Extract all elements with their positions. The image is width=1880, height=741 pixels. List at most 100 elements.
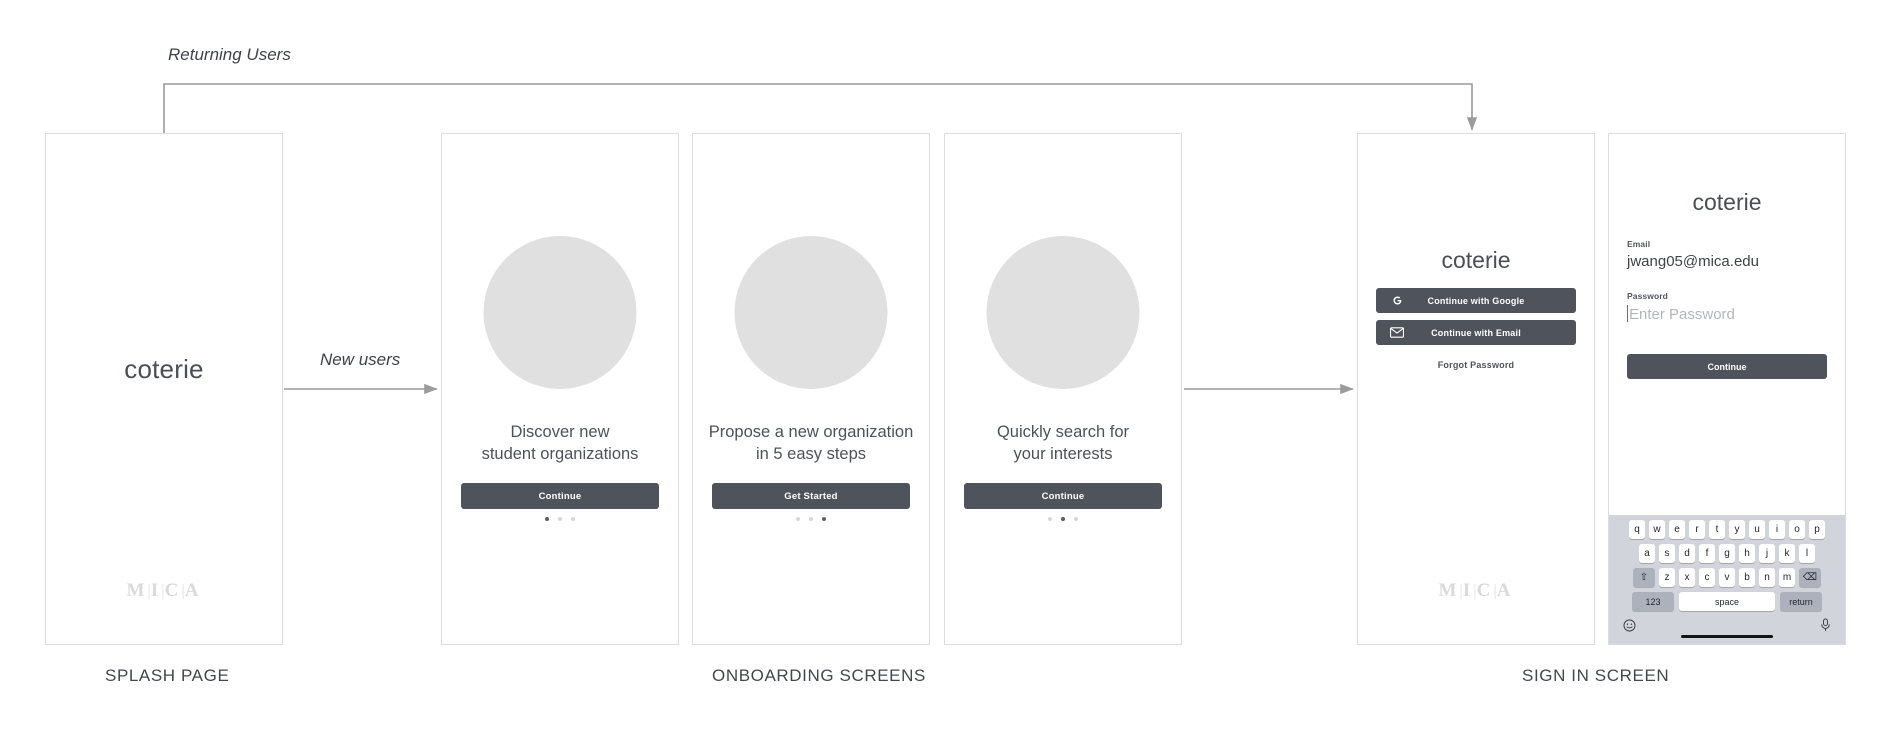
keyboard-footer [1609,616,1845,634]
mica-letter-i: I [150,580,162,601]
key-x[interactable]: x [1679,568,1695,587]
key-w[interactable]: w [1649,520,1665,539]
numbers-key[interactable]: 123 [1632,592,1674,611]
keyboard-row-4: 123 space return [1609,592,1845,611]
google-icon [1390,294,1404,308]
key-m[interactable]: m [1779,568,1795,587]
signin-screen-frame: coterie Continue with Google Continue wi… [1357,133,1595,645]
key-b[interactable]: b [1739,568,1755,587]
mica-letter-a: A [184,580,202,601]
key-f[interactable]: f [1699,544,1715,563]
page-dot-1[interactable] [796,517,800,521]
keyboard-row-2: asdfghjkl [1609,544,1845,563]
key-d[interactable]: d [1679,544,1695,563]
shift-key[interactable]: ⇧ [1633,568,1655,587]
key-i[interactable]: i [1769,520,1785,539]
illustration-placeholder-circle [986,236,1140,389]
key-c[interactable]: c [1699,568,1715,587]
page-dot-2[interactable] [809,517,813,521]
key-u[interactable]: u [1749,520,1765,539]
continue-button[interactable]: Continue [461,483,659,509]
page-dot-2[interactable] [1061,517,1065,521]
key-l[interactable]: l [1799,544,1815,563]
key-y[interactable]: y [1729,520,1745,539]
password-field-label: Password [1627,291,1668,301]
onboarding-screen-1-frame: Discover new student organizations Conti… [441,133,679,645]
key-r[interactable]: r [1689,520,1705,539]
home-indicator [1681,634,1773,638]
key-e[interactable]: e [1669,520,1685,539]
page-dot-3[interactable] [571,517,575,521]
caption-sign-in-screen: SIGN IN SCREEN [1522,666,1670,685]
key-a[interactable]: a [1639,544,1655,563]
get-started-button[interactable]: Get Started [712,483,910,509]
new-users-label: New users [320,350,401,369]
keyboard-row-1: qwertyuiop [1609,520,1845,539]
continue-with-email-label: Continue with Email [1431,327,1521,338]
key-k[interactable]: k [1779,544,1795,563]
page-dot-1[interactable] [545,517,549,521]
returning-users-connector [163,83,1478,133]
onboarding-screen-2-frame: Propose a new organization in 5 easy ste… [692,133,930,645]
email-input[interactable]: jwang05@mica.edu [1627,253,1827,270]
onboarding-headline-line-2: your interests [1013,444,1113,463]
page-dot-3[interactable] [822,517,826,521]
return-key[interactable]: return [1780,592,1822,611]
forgot-password-link[interactable]: Forgot Password [1358,360,1594,370]
mica-letter-c: C [1476,580,1494,601]
password-field-group: Password Enter Password [1627,291,1827,323]
continue-with-google-button[interactable]: Continue with Google [1376,288,1576,313]
splash-wordmark: coterie [124,354,204,384]
page-dot-2[interactable] [558,517,562,521]
email-field-group: Email jwang05@mica.edu [1627,239,1827,270]
space-key[interactable]: space [1679,592,1775,611]
continue-button[interactable]: Continue [1627,354,1827,379]
illustration-placeholder-circle [734,236,888,389]
mica-logo: M|I|C|A [1358,580,1594,602]
email-signin-screen-frame: coterie Email jwang05@mica.edu Password … [1608,133,1846,645]
splash-screen-frame: coterie M|I|C|A [45,133,283,645]
mica-logo: M|I|C|A [46,580,282,602]
mica-letter-a: A [1496,580,1514,601]
continue-button[interactable]: Continue [964,483,1162,509]
backspace-key[interactable]: ⌫ [1799,568,1821,587]
onboarding-headline-line-1: Discover new [510,423,610,441]
caption-onboarding-screens: ONBOARDING SCREENS [712,666,926,685]
page-indicator-dots [442,517,678,521]
onboarding-headline-line-1: Quickly search for [996,423,1130,441]
page-dot-1[interactable] [1048,517,1052,521]
onboarding-headline-line-2: in 5 easy steps [755,444,867,463]
key-q[interactable]: q [1629,520,1645,539]
mica-letter-i: I [1462,580,1474,601]
email-field-label: Email [1627,239,1651,249]
onscreen-keyboard: qwertyuiop asdfghjkl ⇧ zxcvbnm ⌫ 123 spa… [1609,515,1845,644]
onboarding-headline: Quickly search for your interests [955,422,1171,466]
emoji-icon[interactable] [1623,619,1636,634]
continue-with-email-button[interactable]: Continue with Email [1376,320,1576,345]
returning-users-label: Returning Users [168,45,291,64]
mica-letter-m: M [126,580,148,601]
key-v[interactable]: v [1719,568,1735,587]
password-placeholder-text: Enter Password [1629,306,1735,323]
caption-splash-page: SPLASH PAGE [105,666,230,685]
onboarding-headline: Discover new student organizations [452,422,668,466]
key-g[interactable]: g [1719,544,1735,563]
key-h[interactable]: h [1739,544,1755,563]
key-t[interactable]: t [1709,520,1725,539]
page-dot-3[interactable] [1074,517,1078,521]
signin-wordmark: coterie [1441,247,1511,273]
key-j[interactable]: j [1759,544,1775,563]
key-p[interactable]: p [1809,520,1825,539]
illustration-placeholder-circle [483,236,637,389]
microphone-icon[interactable] [1820,618,1831,634]
key-o[interactable]: o [1789,520,1805,539]
onboarding-headline-line-2: student organizations [481,444,639,463]
password-input[interactable]: Enter Password [1627,305,1827,323]
key-s[interactable]: s [1659,544,1675,563]
onboarding-headline: Propose a new organization in 5 easy ste… [703,422,919,466]
envelope-icon [1390,326,1404,340]
key-z[interactable]: z [1659,568,1675,587]
mica-letter-m: M [1438,580,1460,601]
key-n[interactable]: n [1759,568,1775,587]
email-screen-wordmark: coterie [1692,189,1762,215]
